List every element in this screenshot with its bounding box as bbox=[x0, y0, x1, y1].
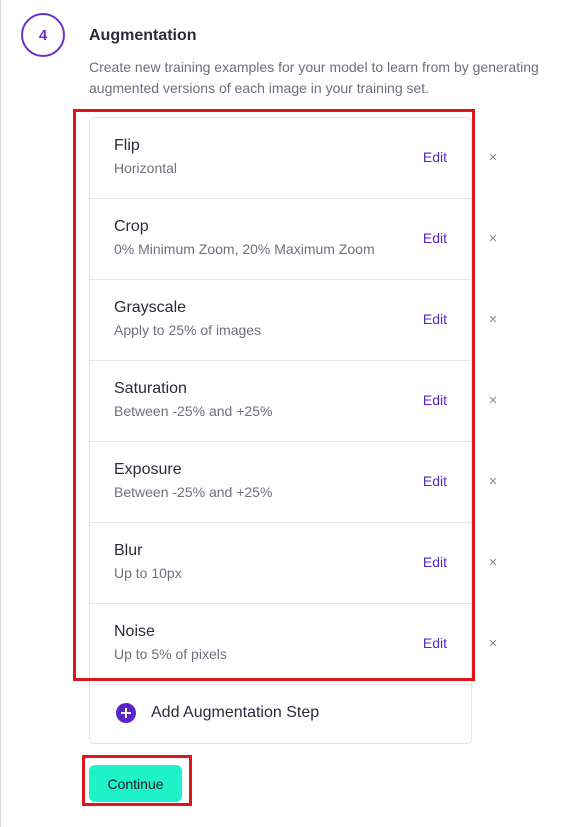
augmentation-row-grayscale: Grayscale Apply to 25% of images Edit bbox=[90, 280, 471, 361]
augmentation-card: Flip Horizontal Edit Crop 0% Minimum Zoo… bbox=[89, 117, 472, 744]
section-title: Augmentation bbox=[89, 27, 197, 44]
augmentation-row-flip: Flip Horizontal Edit bbox=[90, 118, 471, 199]
edit-flip-link[interactable]: Edit bbox=[423, 149, 447, 165]
add-augmentation-step-label: Add Augmentation Step bbox=[151, 704, 320, 721]
augmentation-name: Saturation bbox=[114, 380, 187, 397]
augmentation-detail: Between -25% and +25% bbox=[114, 484, 273, 500]
augmentation-row-blur: Blur Up to 10px Edit bbox=[90, 523, 471, 604]
plus-circle-icon bbox=[116, 703, 136, 723]
add-augmentation-step-button[interactable]: Add Augmentation Step bbox=[90, 685, 471, 743]
edit-noise-link[interactable]: Edit bbox=[423, 635, 447, 651]
augmentation-detail: 0% Minimum Zoom, 20% Maximum Zoom bbox=[114, 241, 375, 257]
remove-flip-icon[interactable]: × bbox=[486, 149, 500, 166]
augmentation-name: Crop bbox=[114, 218, 149, 235]
augmentation-name: Blur bbox=[114, 542, 143, 559]
edit-exposure-link[interactable]: Edit bbox=[423, 473, 447, 489]
remove-exposure-icon[interactable]: × bbox=[486, 473, 500, 490]
augmentation-name: Flip bbox=[114, 137, 140, 154]
augmentation-name: Exposure bbox=[114, 461, 182, 478]
left-divider bbox=[0, 0, 1, 827]
edit-saturation-link[interactable]: Edit bbox=[423, 392, 447, 408]
remove-grayscale-icon[interactable]: × bbox=[486, 311, 500, 328]
augmentation-detail: Between -25% and +25% bbox=[114, 403, 273, 419]
edit-blur-link[interactable]: Edit bbox=[423, 554, 447, 570]
augmentation-row-crop: Crop 0% Minimum Zoom, 20% Maximum Zoom E… bbox=[90, 199, 471, 280]
augmentation-row-exposure: Exposure Between -25% and +25% Edit bbox=[90, 442, 471, 523]
augmentation-detail: Up to 10px bbox=[114, 565, 182, 581]
augmentation-detail: Horizontal bbox=[114, 160, 178, 176]
augmentation-detail: Up to 5% of pixels bbox=[114, 646, 227, 662]
continue-button[interactable]: Continue bbox=[89, 765, 182, 802]
step-number-badge: 4 bbox=[21, 13, 65, 57]
section-description: Create new training examples for your mo… bbox=[89, 59, 539, 96]
augmentation-row-noise: Noise Up to 5% of pixels Edit bbox=[90, 604, 471, 685]
remove-saturation-icon[interactable]: × bbox=[486, 392, 500, 409]
remove-noise-icon[interactable]: × bbox=[486, 635, 500, 652]
edit-crop-link[interactable]: Edit bbox=[423, 230, 447, 246]
remove-crop-icon[interactable]: × bbox=[486, 230, 500, 247]
edit-grayscale-link[interactable]: Edit bbox=[423, 311, 447, 327]
augmentation-row-saturation: Saturation Between -25% and +25% Edit bbox=[90, 361, 471, 442]
augmentation-detail: Apply to 25% of images bbox=[114, 322, 262, 338]
augmentation-name: Noise bbox=[114, 623, 155, 640]
augmentation-name: Grayscale bbox=[114, 299, 187, 316]
remove-blur-icon[interactable]: × bbox=[486, 554, 500, 571]
